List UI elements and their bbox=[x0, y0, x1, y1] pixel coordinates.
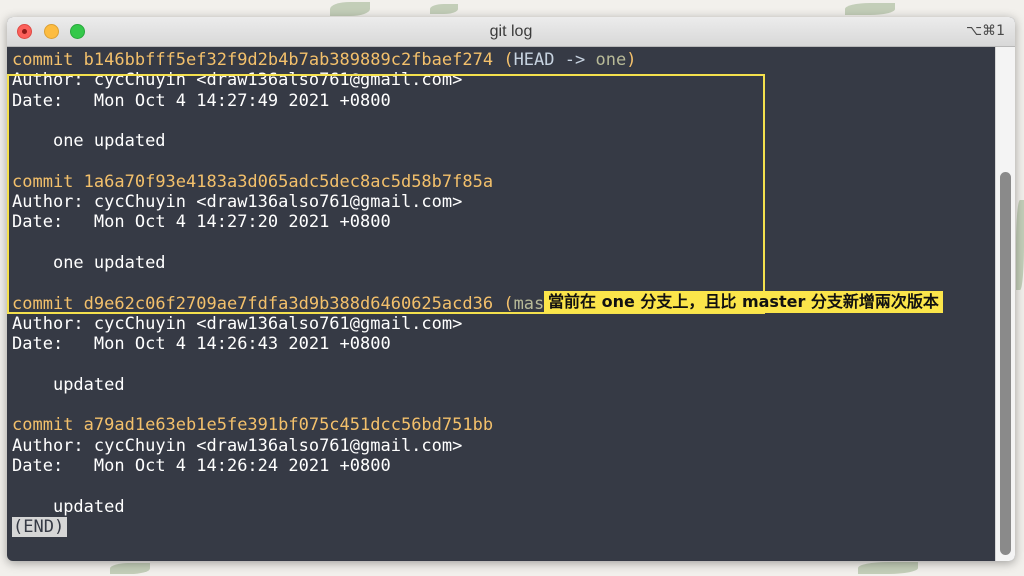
background-leaf bbox=[430, 4, 458, 14]
commit-line: commit a79ad1e63eb1e5fe391bf075c451dcc56… bbox=[12, 415, 995, 435]
background-leaf bbox=[1016, 200, 1024, 290]
date-line: Date: Mon Oct 4 14:27:49 2021 +0800 bbox=[12, 91, 995, 111]
ref-open: ( bbox=[493, 293, 514, 314]
window-shortcut: ⌥⌘1 bbox=[965, 23, 1005, 39]
author-value: cycChuyin <draw136also761@gmail.com> bbox=[93, 70, 463, 91]
commit-hash: 1a6a70f93e4183a3d065adc5dec8ac5d58b7f85a bbox=[83, 171, 494, 192]
date-line: Date: Mon Oct 4 14:27:20 2021 +0800 bbox=[12, 212, 995, 232]
author-value: cycChuyin <draw136also761@gmail.com> bbox=[93, 313, 463, 334]
head-ref: HEAD -> bbox=[513, 50, 586, 70]
author-label: Author: bbox=[12, 313, 84, 334]
message-line: one updated bbox=[12, 253, 995, 273]
author-line: Author: cycChuyin <draw136also761@gmail.… bbox=[12, 192, 995, 212]
date-value: Mon Oct 4 14:27:20 2021 +0800 bbox=[93, 212, 391, 233]
date-line: Date: Mon Oct 4 14:26:24 2021 +0800 bbox=[12, 456, 995, 476]
commit-hash: d9e62c06f2709ae7fdfa3d9b388d6460625acd36 bbox=[83, 293, 494, 314]
ref-close: ) bbox=[626, 50, 637, 70]
commit-label: commit bbox=[12, 171, 74, 192]
commit-message: updated bbox=[52, 496, 125, 517]
date-value: Mon Oct 4 14:26:43 2021 +0800 bbox=[93, 334, 391, 355]
author-line: Author: cycChuyin <draw136also761@gmail.… bbox=[12, 314, 995, 334]
terminal-output[interactable]: commit b146bbfff5ef32f9d2b4b7ab389889c2f… bbox=[7, 47, 995, 561]
commit-message: updated bbox=[52, 374, 125, 395]
date-label: Date: bbox=[12, 90, 64, 111]
background-leaf bbox=[110, 563, 150, 574]
title-bar[interactable]: git log ⌥⌘1 bbox=[7, 17, 1015, 47]
author-value: cycChuyin <draw136also761@gmail.com> bbox=[93, 192, 463, 213]
commit-label: commit bbox=[12, 415, 74, 436]
annotation-label: 當前在 one 分支上，且比 master 分支新增兩次版本 bbox=[544, 291, 943, 313]
date-label: Date: bbox=[12, 334, 64, 355]
author-label: Author: bbox=[12, 70, 84, 91]
author-label: Author: bbox=[12, 192, 84, 213]
background-leaf bbox=[845, 3, 895, 15]
commit-label: commit bbox=[12, 50, 74, 70]
commit-hash: a79ad1e63eb1e5fe391bf075c451dcc56bd751bb bbox=[83, 415, 494, 436]
scrollbar-thumb[interactable] bbox=[1000, 172, 1011, 555]
background-leaf bbox=[858, 562, 918, 574]
date-label: Date: bbox=[12, 455, 64, 476]
date-value: Mon Oct 4 14:27:49 2021 +0800 bbox=[93, 90, 391, 111]
branch-ref: one bbox=[595, 50, 627, 70]
commit-message: one updated bbox=[52, 131, 166, 152]
author-label: Author: bbox=[12, 435, 84, 456]
date-line: Date: Mon Oct 4 14:26:43 2021 +0800 bbox=[12, 334, 995, 354]
date-label: Date: bbox=[12, 212, 64, 233]
author-line: Author: cycChuyin <draw136also761@gmail.… bbox=[12, 436, 995, 456]
message-line: updated bbox=[12, 497, 995, 517]
date-value: Mon Oct 4 14:26:24 2021 +0800 bbox=[93, 455, 391, 476]
ref-open: ( bbox=[493, 50, 514, 70]
author-line: Author: cycChuyin <draw136also761@gmail.… bbox=[12, 70, 995, 90]
message-line: updated bbox=[12, 375, 995, 395]
commit-line: commit b146bbfff5ef32f9d2b4b7ab389889c2f… bbox=[12, 50, 995, 70]
commit-label: commit bbox=[12, 293, 74, 314]
pager-end-marker: (END) bbox=[12, 516, 68, 537]
terminal-window: git log ⌥⌘1 commit b146bbfff5ef32f9d2b4b… bbox=[7, 17, 1015, 561]
background-leaf bbox=[330, 2, 370, 16]
author-value: cycChuyin <draw136also761@gmail.com> bbox=[93, 435, 463, 456]
commit-line: commit 1a6a70f93e4183a3d065adc5dec8ac5d5… bbox=[12, 172, 995, 192]
window-title: git log bbox=[489, 23, 533, 40]
message-line: one updated bbox=[12, 131, 995, 151]
commit-message: one updated bbox=[52, 252, 166, 273]
pager-line: (END) bbox=[12, 516, 995, 537]
commit-hash: b146bbfff5ef32f9d2b4b7ab389889c2fbaef274 bbox=[83, 50, 494, 70]
vertical-scrollbar[interactable] bbox=[995, 47, 1015, 561]
